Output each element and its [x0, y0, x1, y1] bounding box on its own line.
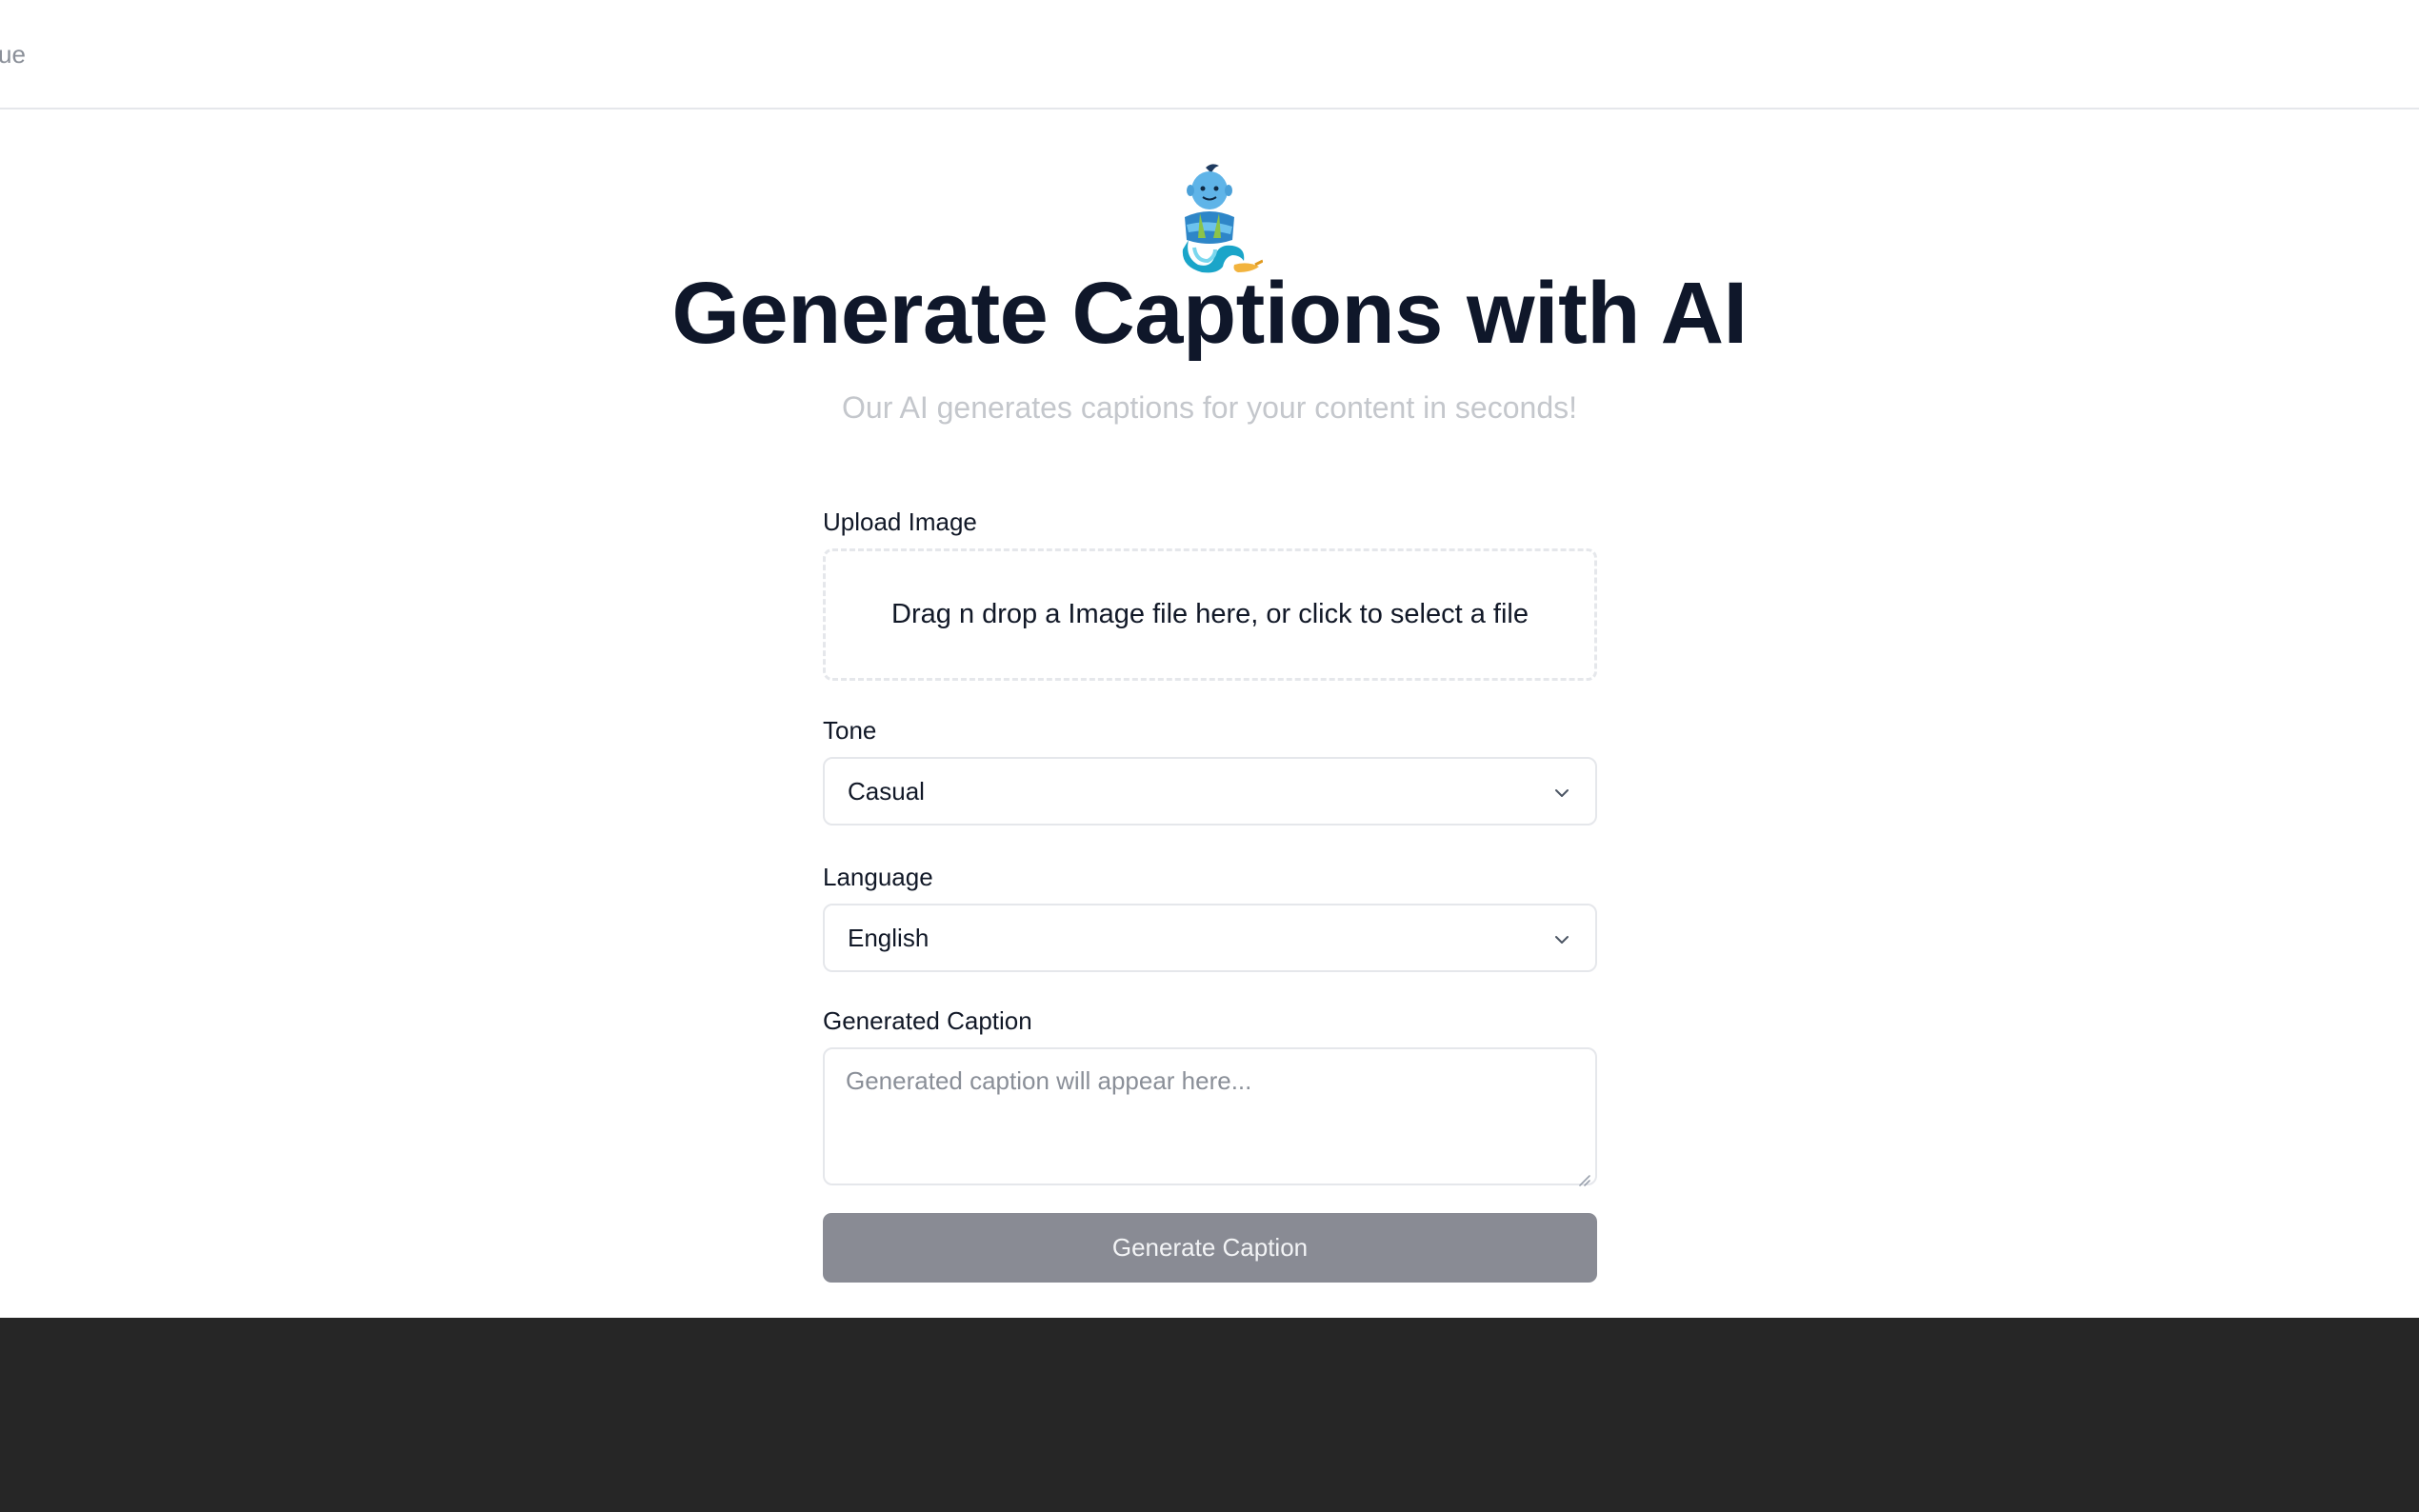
footer — [0, 1318, 2419, 1512]
tone-select[interactable]: Casual — [823, 757, 1597, 826]
caption-form: Upload Image Drag n drop a Image file he… — [823, 505, 1597, 1283]
language-label: Language — [823, 863, 933, 891]
page-title: Generate Captions with AI — [671, 265, 1748, 362]
nav-link-partial[interactable]: ue — [0, 40, 26, 70]
tone-label: Tone — [823, 716, 877, 745]
language-selected-value: English — [848, 923, 930, 952]
top-nav: ue — [0, 0, 2419, 109]
generated-caption-label: Generated Caption — [823, 1006, 1032, 1035]
tone-selected-value: Casual — [848, 776, 925, 806]
hero — [0, 162, 2419, 279]
image-dropzone[interactable]: Drag n drop a Image file here, or click … — [823, 548, 1597, 681]
generated-caption-textarea[interactable]: Generated caption will appear here... — [823, 1047, 1597, 1186]
dropzone-text: Drag n drop a Image file here, or click … — [891, 599, 1529, 629]
resize-handle-icon[interactable] — [1576, 1164, 1591, 1186]
chevron-down-icon — [1551, 781, 1572, 802]
caption-placeholder: Generated caption will appear here... — [846, 1066, 1252, 1095]
generate-caption-button[interactable]: Generate Caption — [823, 1213, 1597, 1283]
upload-image-label: Upload Image — [823, 507, 977, 536]
chevron-down-icon — [1551, 927, 1572, 948]
language-select[interactable]: English — [823, 904, 1597, 972]
genie-icon — [1156, 162, 1264, 274]
page-subtitle: Our AI generates captions for your conte… — [842, 390, 1577, 425]
